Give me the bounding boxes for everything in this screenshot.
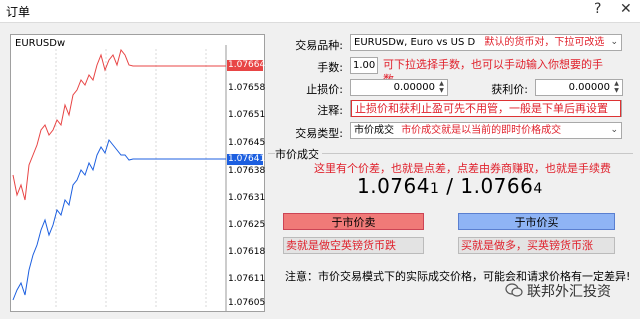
ask-price-main: 1.0766	[460, 174, 534, 198]
bid-price-pip: 1	[429, 181, 440, 197]
ask-price-tag: 1.07664	[227, 60, 266, 71]
chevron-down-icon[interactable]: ⌄	[610, 123, 618, 138]
price-tick-label: 1.07618	[228, 247, 266, 257]
wechat-icon	[505, 283, 523, 297]
symbol-label: 交易品种:	[295, 39, 343, 52]
bid-price-main: 1.0764	[357, 174, 430, 198]
chevron-down-icon[interactable]: ⌄	[610, 35, 618, 50]
price-tick-label: 1.07611	[228, 274, 266, 284]
price-tick-label: 1.07605	[228, 298, 266, 308]
volume-value: 1.00	[353, 60, 376, 71]
price-tick-label: 1.07638	[228, 166, 266, 176]
stop-loss-label: 止损价:	[306, 83, 343, 96]
symbol-value: EURUSDw, Euro vs US D	[354, 37, 476, 48]
price-tick-label: 1.07645	[228, 138, 266, 148]
watermark-text: 联邦外汇投资	[527, 284, 611, 300]
sell-by-market-button[interactable]: 于市价卖	[283, 213, 424, 230]
group-divider	[268, 153, 633, 154]
take-profit-label: 获利价:	[491, 83, 528, 96]
price-tick-label: 1.07625	[228, 220, 266, 230]
price-quote: 1.07641 / 1.07664	[357, 174, 543, 198]
buy-note: 买就是做多，买英镑货币涨	[458, 237, 615, 254]
volume-note: 可下拉选择手数，也可以手动输入你想要的手数	[383, 58, 603, 86]
price-tick-label: 1.07631	[228, 193, 266, 203]
take-profit-value: 0.00000	[568, 82, 610, 93]
ask-price-pip: 4	[533, 181, 543, 197]
price-tick-label: 1.07658	[228, 83, 266, 93]
comment-label: 注释:	[317, 104, 343, 117]
order-type-label: 交易类型:	[295, 127, 343, 140]
bid-price-line	[12, 138, 226, 301]
volume-label: 手数:	[317, 61, 343, 74]
buy-by-market-button[interactable]: 于市价买	[458, 213, 615, 230]
close-icon[interactable]: ✕	[620, 1, 632, 17]
ask-price-line	[12, 48, 226, 201]
bid-price-tag: 1.07641	[227, 154, 266, 165]
tick-chart: EURUSDw 1.07664 1.07641 1.07658 1.07651 1.…	[10, 34, 265, 312]
comment-note: 止损价和获利止盈可先不用管，一般是下单后再设置	[351, 100, 621, 117]
order-type-note: 市价成交就是以当前的即时价格成交	[401, 125, 562, 136]
window-title: 订单	[6, 5, 31, 19]
sell-note: 卖就是做空英镑货币跌	[283, 237, 424, 254]
order-type-value: 市价成交	[354, 125, 394, 136]
tick-chart-canvas	[12, 45, 227, 311]
take-profit-spinner[interactable]: ▲ ▼	[612, 80, 621, 95]
stop-loss-value: 0.00000	[393, 82, 435, 93]
title-bar: 订单 ? ✕	[0, 0, 640, 23]
chart-symbol-label: EURUSDw	[15, 38, 66, 49]
volume-input[interactable]: 1.00	[350, 57, 378, 74]
price-separator: /	[446, 174, 454, 198]
order-type-select[interactable]: 市价成交 市价成交就是以当前的即时价格成交 ⌄	[350, 122, 622, 139]
price-tick-label: 1.07651	[228, 110, 266, 120]
take-profit-input[interactable]: 0.00000 ▲ ▼	[535, 79, 623, 96]
stop-loss-input[interactable]: 0.00000 ▲ ▼	[350, 79, 448, 96]
symbol-note: 默认的货币对，下拉可改选	[484, 37, 605, 48]
symbol-select[interactable]: EURUSDw, Euro vs US D 默认的货币对，下拉可改选 ⌄	[350, 34, 622, 51]
stop-loss-spinner[interactable]: ▲ ▼	[437, 80, 446, 95]
help-icon[interactable]: ?	[594, 1, 601, 17]
